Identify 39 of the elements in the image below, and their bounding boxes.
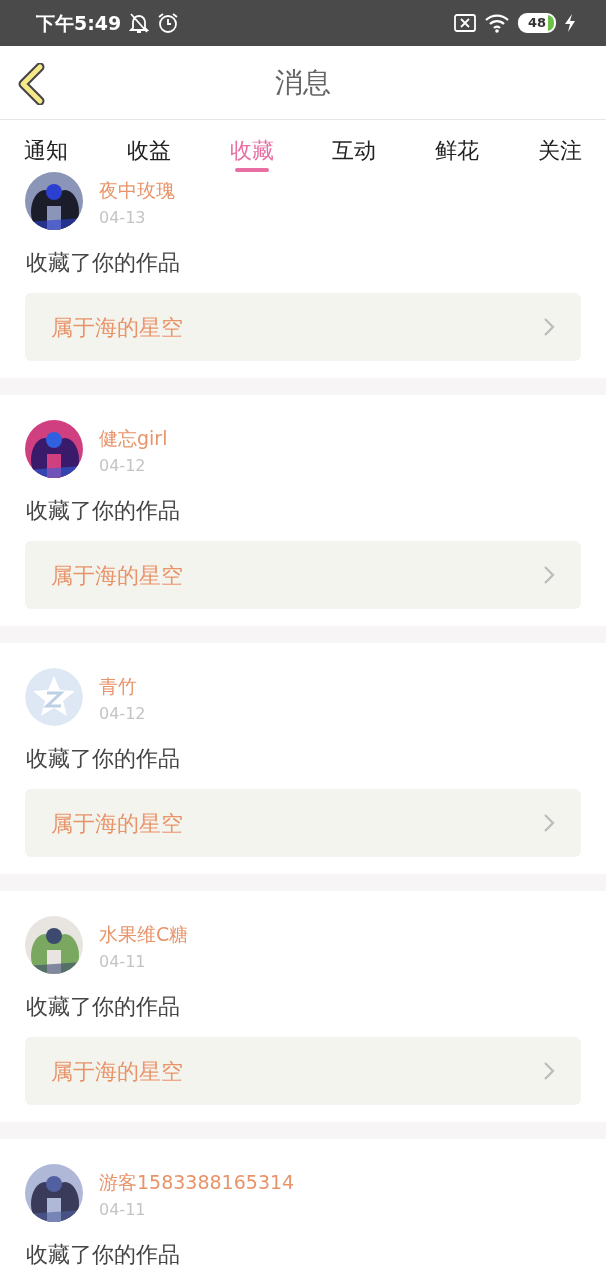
wifi-icon [484,13,510,33]
chevron-right-icon [543,1061,555,1081]
message-date: 04-11 [99,951,147,973]
chevron-right-icon [543,813,555,833]
tab[interactable]: 互动 [312,120,397,172]
user-name[interactable]: 水果维C糖 [99,922,189,946]
chevron-right-icon [543,565,555,585]
default-avatar-icon [25,668,83,726]
message-date: 04-13 [99,207,147,229]
work-link[interactable]: 属于海的星空 [25,1037,581,1105]
muted-bell-icon [129,12,150,34]
tab[interactable]: 收藏 [209,120,294,172]
chevron-right-icon [543,317,555,337]
status-time: 下午5:49 [36,10,122,36]
work-link[interactable]: 属于海的星空 [25,541,581,609]
message-text: 收藏了你的作品 [26,1241,181,1269]
user-name[interactable]: 健忘girl [99,426,168,450]
no-sim-icon [454,14,476,32]
message-text: 收藏了你的作品 [26,497,181,525]
back-icon[interactable] [16,63,46,105]
tab[interactable]: 收益 [106,120,191,172]
tab[interactable]: 通知 [4,120,88,172]
page-title: 消息 [275,64,331,101]
work-link[interactable]: 属于海的星空 [25,789,581,857]
alarm-icon [157,12,180,34]
battery-indicator: 48 [518,13,556,33]
tab[interactable]: 鲜花 [415,120,500,172]
message-date: 04-12 [99,455,147,477]
message-date: 04-11 [99,1199,147,1221]
work-link[interactable]: 属于海的星空 [25,293,581,361]
message-text: 收藏了你的作品 [26,993,181,1021]
charging-icon [564,14,576,32]
user-name[interactable]: 游客1583388165314 [99,1170,295,1194]
user-name[interactable]: 夜中玫瑰 [99,178,175,202]
tab[interactable]: 关注 [518,120,602,172]
message-text: 收藏了你的作品 [26,745,181,773]
user-name[interactable]: 青竹 [99,674,146,698]
message-date: 04-12 [99,703,146,725]
message-text: 收藏了你的作品 [26,249,181,277]
